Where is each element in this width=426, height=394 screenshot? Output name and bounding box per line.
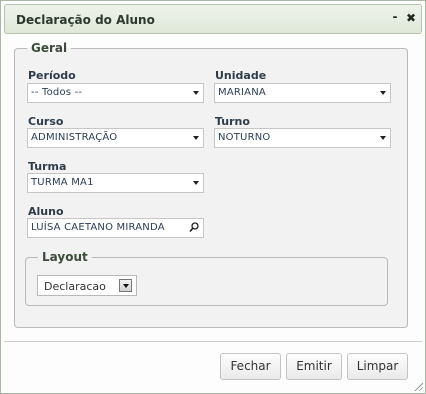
close-icon[interactable]: ✖ [406,11,416,25]
footer-divider [4,341,422,342]
chevron-down-icon [193,136,199,140]
turma-label: Turma [28,160,67,173]
turno-value: NOTURNO [218,132,271,143]
chevron-down-icon [193,91,199,95]
unidade-label: Unidade [215,69,267,82]
turma-value: TURMA MA1 [31,177,94,188]
layout-select[interactable]: Declaracao [37,275,137,296]
aluno-label: Aluno [28,205,64,218]
turno-label: Turno [215,115,250,128]
turma-select[interactable]: TURMA MA1 [27,173,204,193]
dialog-title: Declaração do Aluno [16,13,155,27]
aluno-search-field[interactable]: LUÍSA CAETANO MIRANDA [27,218,204,238]
periodo-value: -- Todos -- [31,87,83,98]
curso-label: Curso [28,115,64,128]
unidade-select[interactable]: MARIANA [214,83,391,103]
declaracao-dialog: Declaração do Aluno ⁃ ✖ Geral Período --… [0,0,426,394]
curso-value: ADMINISTRAÇÃO [31,132,118,143]
layout-legend: Layout [42,250,88,264]
periodo-label: Período [28,69,76,82]
chevron-down-icon [380,136,386,140]
close-button[interactable]: Fechar [220,353,281,380]
unidade-value: MARIANA [218,87,266,98]
search-icon[interactable] [189,222,199,236]
curso-select[interactable]: ADMINISTRAÇÃO [27,128,204,148]
minimize-icon[interactable]: ⁃ [392,10,398,24]
turno-select[interactable]: NOTURNO [214,128,391,148]
emit-button[interactable]: Emitir [286,353,342,380]
chevron-down-icon [193,181,199,185]
dialog-titlebar[interactable]: Declaração do Aluno ⁃ ✖ [4,4,422,34]
layout-value: Declaracao [44,280,106,293]
clear-button[interactable]: Limpar [347,353,408,380]
chevron-down-icon[interactable] [119,279,132,292]
geral-legend: Geral [31,41,68,55]
periodo-select[interactable]: -- Todos -- [27,83,204,103]
resize-grip-icon[interactable] [413,381,423,391]
chevron-down-icon [380,91,386,95]
aluno-value: LUÍSA CAETANO MIRANDA [31,222,165,233]
